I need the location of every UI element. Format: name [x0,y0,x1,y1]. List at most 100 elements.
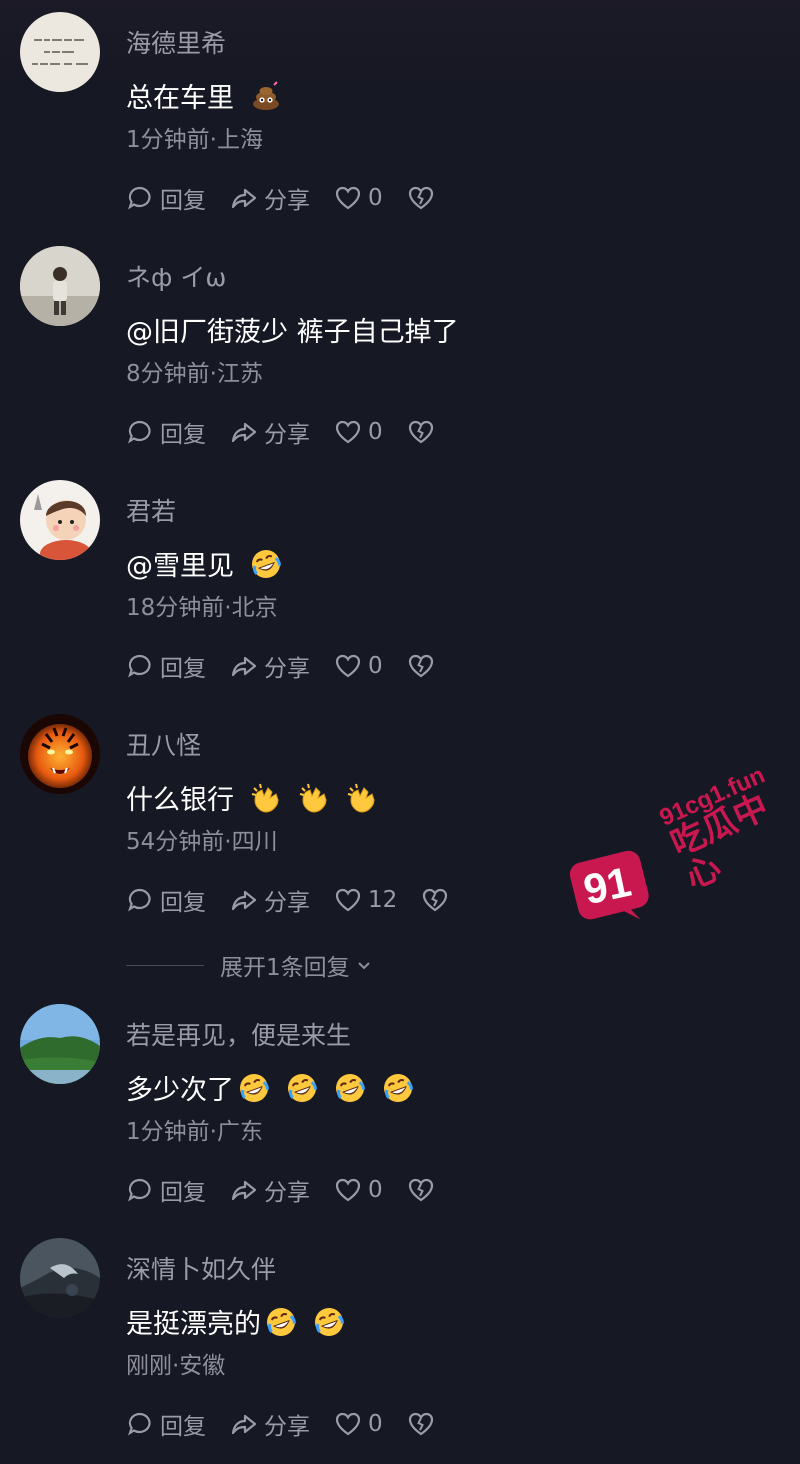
rofl-emoji [382,1072,414,1104]
avatar[interactable] [20,246,100,326]
rofl-emoji [250,548,282,580]
comment-actions: 回复 分享 0 [126,416,459,448]
handwriting-avatar-image [20,12,100,92]
dark-photo-avatar-image [20,1238,100,1318]
avatar[interactable] [20,714,100,794]
dislike-button[interactable] [407,418,435,446]
share-arrow-icon [231,1180,257,1201]
share-button[interactable]: 分享 [230,883,310,917]
clap-emoji [346,782,378,814]
heart-icon [335,186,361,210]
person-photo-avatar-image [20,246,100,326]
comment-bubble-icon [128,888,151,912]
like-count: 0 [368,185,383,211]
reply-button[interactable]: 回复 [126,181,206,215]
dislike-button[interactable] [421,886,449,914]
comment-meta: 1分钟前·上海 [126,127,263,153]
clap-emoji [250,782,282,814]
reply-label: 回复 [160,188,206,214]
reply-button[interactable]: 回复 [126,883,206,917]
reply-button[interactable]: 回复 [126,415,206,449]
avatar[interactable] [20,480,100,560]
comment-list-page: 海德里希 总在车里 1分钟前·上海 回复 分享 0 ネф イω @旧厂街菠少 裤… [0,0,800,1464]
share-button[interactable]: 分享 [230,181,310,215]
dislike-button[interactable] [407,184,435,212]
comment-meta: 刚刚·安徽 [126,1353,226,1379]
share-label: 分享 [264,422,310,448]
comment-meta: 1分钟前·广东 [126,1119,263,1145]
comment-text: 什么银行 [126,778,378,817]
expand-replies-button[interactable]: 展开1条回复 [126,948,374,982]
cartoon-boy-avatar-image [20,480,100,560]
comment-text: 是挺漂亮的 [126,1302,345,1341]
share-label: 分享 [264,890,310,916]
poop-emoji [250,80,282,112]
comment-text-body: 多少次了 [126,1075,234,1106]
avatar[interactable] [20,1238,100,1318]
comment-actions: 回复 分享 0 [126,1174,459,1206]
comment-actions: 回复 分享 0 [126,182,459,214]
like-count: 0 [368,419,383,445]
divider [126,964,204,966]
like-count: 12 [368,887,398,913]
broken-heart-icon [408,654,433,678]
comment-text-body: 什么银行 [126,785,234,816]
share-button[interactable]: 分享 [230,415,310,449]
reply-label: 回复 [160,1180,206,1206]
reply-button[interactable]: 回复 [126,1173,206,1207]
rofl-emoji [313,1306,345,1338]
share-label: 分享 [264,656,310,682]
watermark-number: 91 [579,857,635,914]
avatar[interactable] [20,1004,100,1084]
comment-meta: 18分钟前·北京 [126,595,278,621]
comment-text-body: @旧厂街菠少 裤子自己掉了 [126,317,459,348]
username[interactable]: 海德里希 [126,24,226,60]
share-button[interactable]: 分享 [230,1407,310,1441]
heart-icon [335,1412,361,1436]
like-button[interactable]: 12 [334,886,397,914]
share-button[interactable]: 分享 [230,649,310,683]
like-button[interactable]: 0 [334,652,383,680]
share-arrow-icon [231,656,257,677]
broken-heart-icon [423,888,448,912]
rofl-emoji [265,1306,297,1338]
share-label: 分享 [264,188,310,214]
username[interactable]: 深情卜如久伴 [126,1250,276,1286]
comment-meta: 8分钟前·江苏 [126,361,263,387]
heart-icon [335,420,361,444]
reply-label: 回复 [160,1414,206,1440]
broken-heart-icon [408,186,433,210]
dislike-button[interactable] [407,652,435,680]
like-button[interactable]: 0 [334,1176,383,1204]
username[interactable]: ネф イω [126,258,226,294]
share-arrow-icon [231,1414,257,1435]
username[interactable]: 丑八怪 [126,726,201,762]
comment-text: @旧厂街菠少 裤子自己掉了 [126,310,459,349]
rofl-emoji [286,1072,318,1104]
comment-text-body: 是挺漂亮的 [126,1309,261,1340]
like-count: 0 [368,653,383,679]
avatar[interactable] [20,12,100,92]
share-button[interactable]: 分享 [230,1173,310,1207]
reply-button[interactable]: 回复 [126,649,206,683]
username[interactable]: 君若 [126,492,176,528]
like-button[interactable]: 0 [334,418,383,446]
comment-bubble-icon [128,186,151,210]
share-arrow-icon [231,422,257,443]
expand-replies-label: 展开1条回复 [220,955,350,981]
broken-heart-icon [408,1178,433,1202]
username[interactable]: 若是再见，便是来生 [126,1016,351,1052]
comment-text: @雪里见 [126,544,282,583]
like-count: 0 [368,1177,383,1203]
like-button[interactable]: 0 [334,1410,383,1438]
heart-icon [335,654,361,678]
dislike-button[interactable] [407,1176,435,1204]
tiger-avatar-image [20,714,100,794]
chevron-down-icon [357,962,370,970]
dislike-button[interactable] [407,1410,435,1438]
reply-label: 回复 [160,890,206,916]
reply-button[interactable]: 回复 [126,1407,206,1441]
watermark-text: 91cg1.fun 吃瓜中心 [656,753,800,897]
like-button[interactable]: 0 [334,184,383,212]
comment-actions: 回复 分享 0 [126,650,459,682]
